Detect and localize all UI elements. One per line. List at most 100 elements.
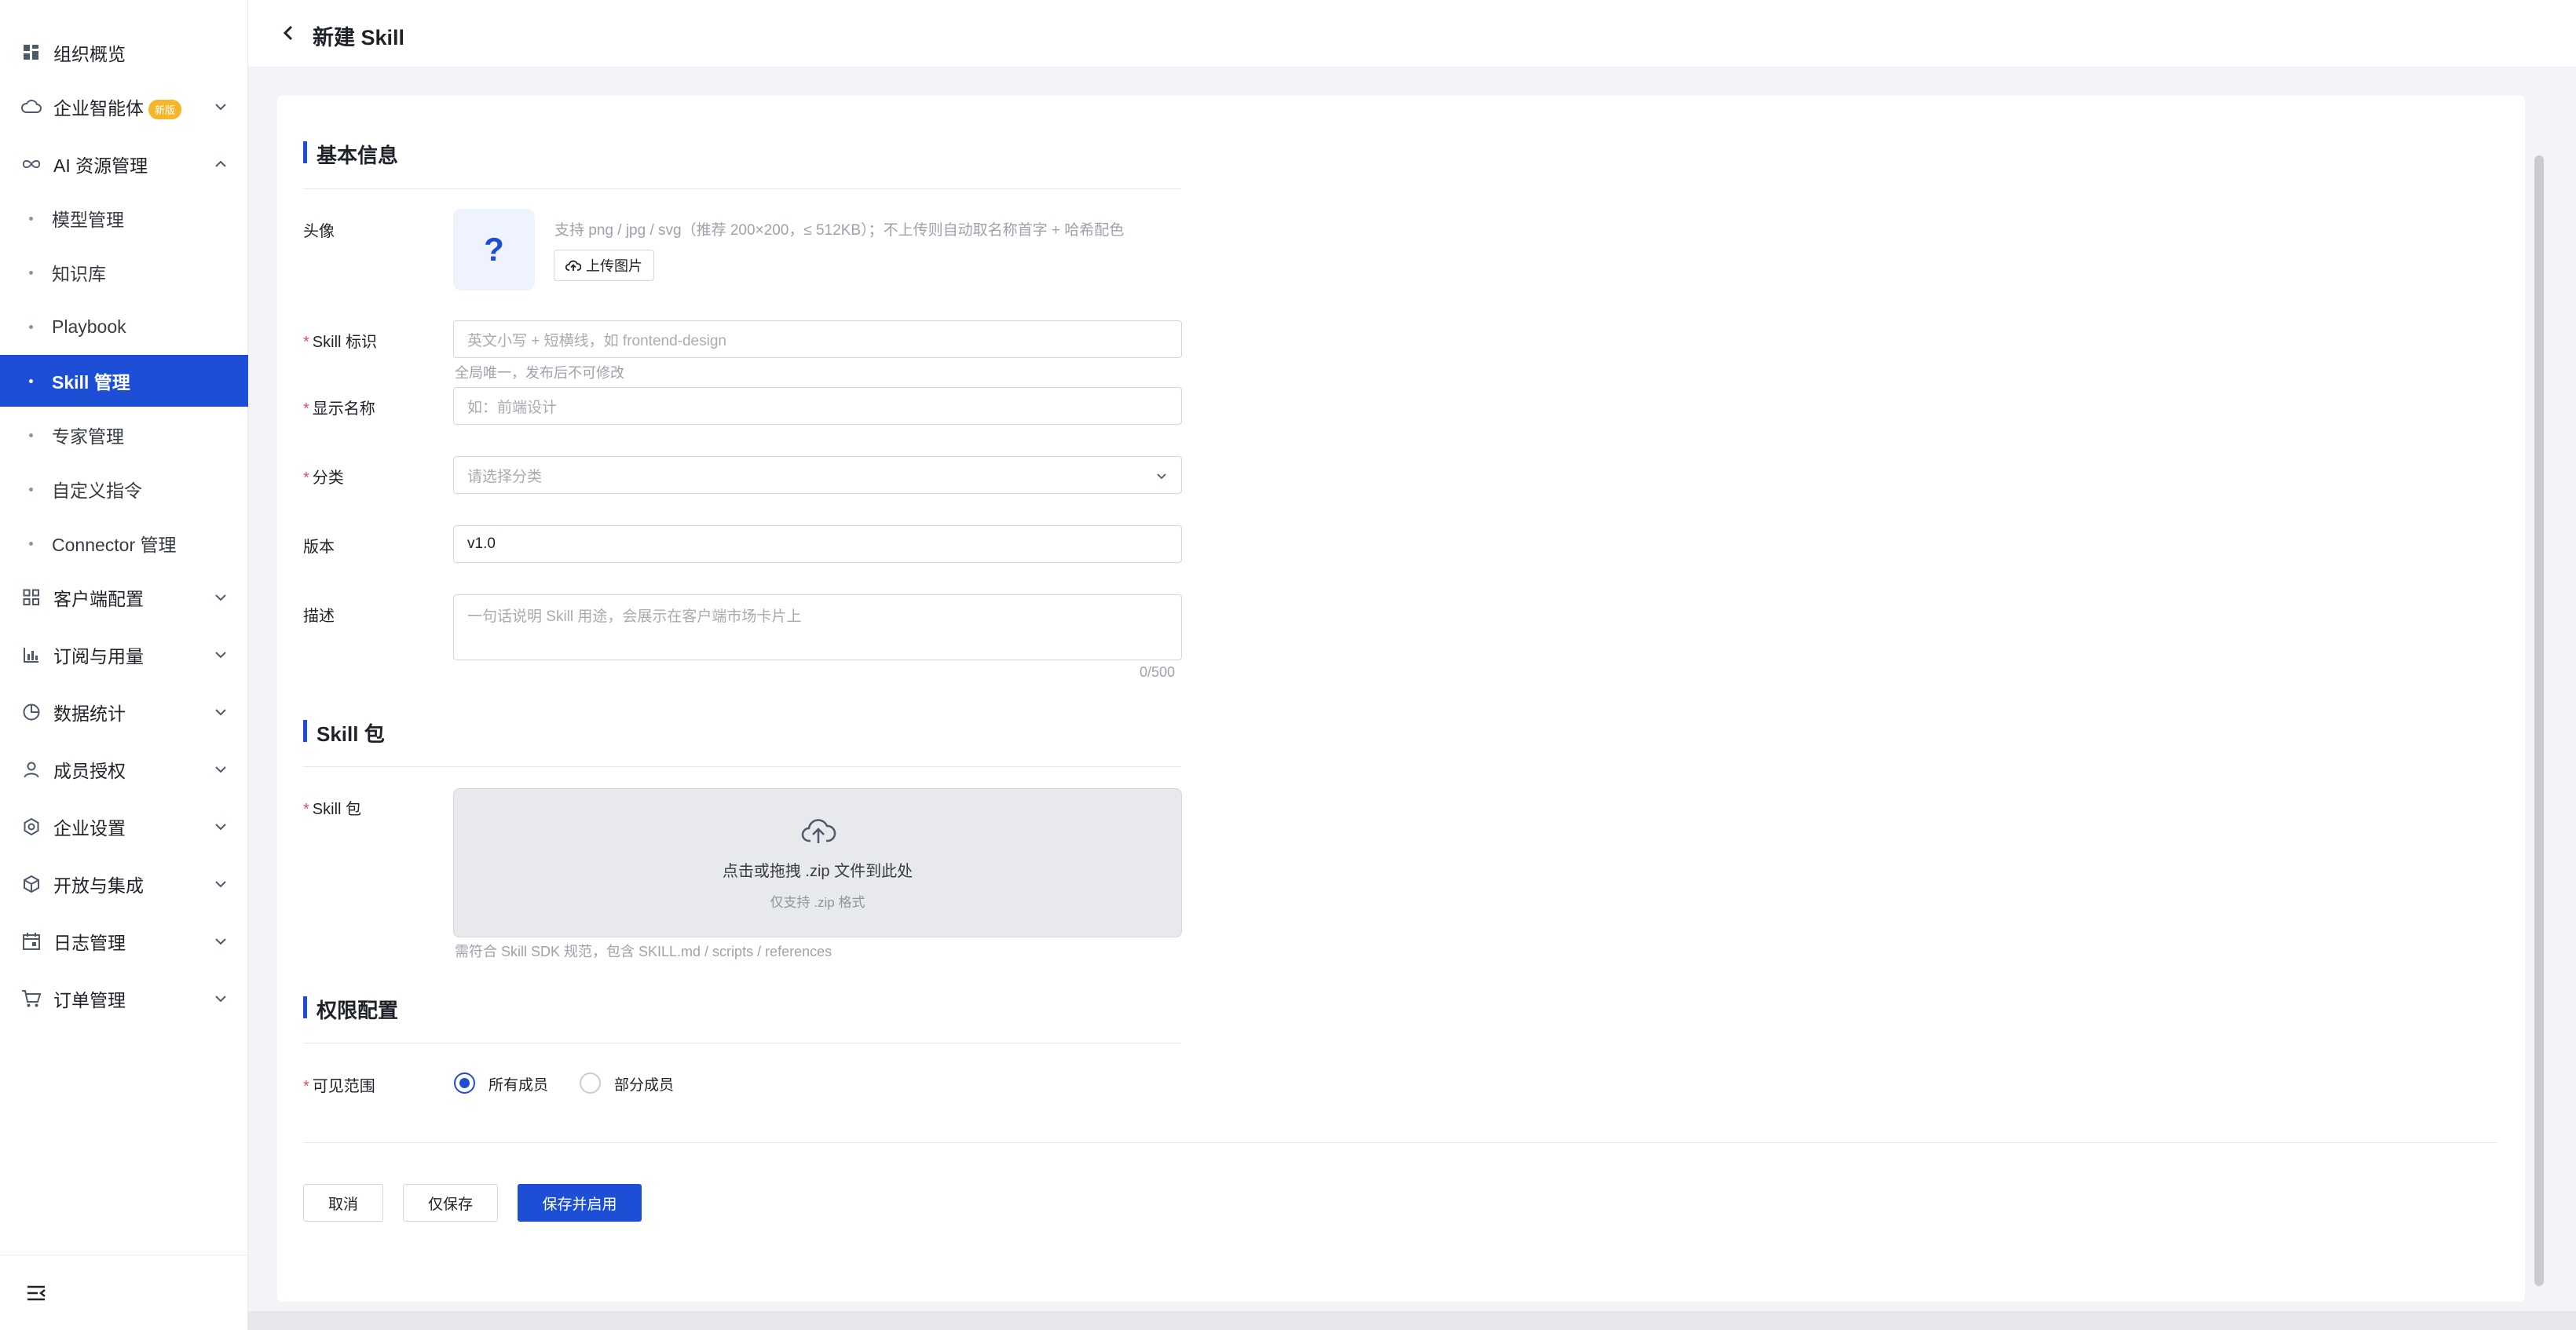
description-counter: 0/500 xyxy=(1140,664,1176,680)
visibility-label: * 可见范围 xyxy=(303,1073,375,1096)
skill-id-hint: 全局唯一，发布后不可修改 xyxy=(455,365,624,381)
chevron-down-icon xyxy=(215,881,226,888)
bullet-icon xyxy=(29,324,33,329)
chevron-down-icon xyxy=(215,766,226,773)
chevron-down-icon xyxy=(215,594,226,601)
dashboard-icon xyxy=(21,42,42,63)
sidebar-footer xyxy=(0,1255,248,1330)
page-title: 新建 Skill xyxy=(313,26,405,49)
chevron-down-icon xyxy=(215,652,226,659)
grid-icon xyxy=(21,587,42,608)
avatar-label: 头像 xyxy=(303,223,335,240)
display-name-label-text: 显示名称 xyxy=(312,400,375,418)
version-input[interactable]: v1.0 xyxy=(453,525,1182,563)
section-title-package: Skill 包 xyxy=(303,718,385,747)
sidebar-item-subscription[interactable]: 订阅与用量 xyxy=(0,629,248,681)
cloud-upload-icon xyxy=(565,260,581,271)
bullet-icon xyxy=(29,541,33,546)
category-label: * 分类 xyxy=(303,465,344,488)
section-title-basic: 基本信息 xyxy=(303,140,398,169)
sidebar-item-label: 知识库 xyxy=(52,264,106,284)
cloud-upload-icon xyxy=(801,819,836,843)
required-mark: * xyxy=(303,1078,309,1095)
sidebar-item-label: AI 资源管理 xyxy=(53,155,148,176)
category-select-placeholder: 请选择分类 xyxy=(467,468,543,485)
chevron-down-icon xyxy=(215,104,226,111)
sidebar-item-label: 企业智能体 xyxy=(53,98,144,119)
sidebar-item-statistics[interactable]: 数据统计 xyxy=(0,686,248,738)
sidebar-item-label: 客户端配置 xyxy=(53,589,144,609)
sidebar-item-label: 企业设置 xyxy=(53,818,126,839)
category-select[interactable]: 请选择分类 xyxy=(453,456,1182,494)
sidebar-item-ai-resources[interactable]: AI 资源管理 xyxy=(0,138,248,190)
save-only-button[interactable]: 仅保存 xyxy=(403,1184,498,1222)
zip-dropzone[interactable]: 点击或拖拽 .zip 文件到此处 仅支持 .zip 格式 xyxy=(453,788,1182,937)
sidebar-item-member-auth[interactable]: 成员授权 xyxy=(0,744,248,795)
skill-id-label-text: Skill 标识 xyxy=(312,334,378,351)
sidebar-item-label: 自定义指令 xyxy=(52,480,142,501)
sidebar-item-label: Skill 管理 xyxy=(52,372,130,393)
sidebar-item-client-config[interactable]: 客户端配置 xyxy=(0,572,248,623)
skill-id-input[interactable]: 英文小写 + 短横线，如 frontend-design xyxy=(453,320,1182,358)
package-label: * Skill 包 xyxy=(303,796,361,819)
description-label: 描述 xyxy=(303,608,335,625)
sidebar-item-label: 日志管理 xyxy=(53,933,126,953)
version-label: 版本 xyxy=(303,539,335,556)
top-bar: 新建 Skill xyxy=(248,0,2576,68)
divider xyxy=(303,1142,2497,1143)
user-icon xyxy=(21,759,42,780)
infinity-icon xyxy=(21,154,42,174)
calendar-icon xyxy=(21,931,42,952)
sidebar-item-open-integration[interactable]: 开放与集成 xyxy=(0,858,248,910)
back-icon[interactable] xyxy=(280,24,298,42)
required-mark: * xyxy=(303,334,309,351)
bullet-icon xyxy=(29,270,33,275)
chevron-down-icon xyxy=(215,938,226,945)
sidebar-item-label: 数据统计 xyxy=(53,703,126,724)
sidebar-item-enterprise-settings[interactable]: 企业设置 xyxy=(0,801,248,853)
sidebar-item-connectors[interactable]: Connector 管理 xyxy=(0,517,248,569)
required-mark: * xyxy=(303,470,309,487)
radio-some-members[interactable] xyxy=(580,1072,601,1094)
upload-image-button[interactable]: 上传图片 xyxy=(554,250,654,281)
new-badge: 新版 xyxy=(148,100,182,120)
display-name-input[interactable]: 如：前端设计 xyxy=(453,387,1182,425)
category-label-text: 分类 xyxy=(312,470,344,487)
bullet-icon xyxy=(29,487,33,491)
upload-image-label: 上传图片 xyxy=(586,258,642,274)
package-label-text: Skill 包 xyxy=(312,801,362,818)
sidebar-item-skills[interactable]: Skill 管理 xyxy=(0,355,248,407)
sidebar-item-label: 成员授权 xyxy=(53,761,126,781)
radio-some-members-label: 部分成员 xyxy=(614,1077,675,1094)
pie-chart-icon xyxy=(21,702,42,722)
sidebar-item-logs[interactable]: 日志管理 xyxy=(0,915,248,967)
collapse-sidebar-icon[interactable] xyxy=(25,1282,47,1304)
sidebar-item-label: Connector 管理 xyxy=(52,535,177,555)
sidebar-item-playbook[interactable]: Playbook xyxy=(0,301,248,353)
sidebar-item-label: 开放与集成 xyxy=(53,875,144,896)
sidebar-item-experts[interactable]: 专家管理 xyxy=(0,409,248,461)
sidebar-item-label: Playbook xyxy=(52,316,126,337)
sidebar-item-label: 订单管理 xyxy=(53,990,126,1010)
sidebar-item-models[interactable]: 模型管理 xyxy=(0,192,248,244)
bottom-strip xyxy=(248,1311,2576,1330)
sidebar-item-knowledge[interactable]: 知识库 xyxy=(0,247,248,298)
scrollbar-thumb[interactable] xyxy=(2534,155,2544,1286)
sidebar-item-org-overview[interactable]: 组织概览 xyxy=(0,27,248,79)
skill-id-label: * Skill 标识 xyxy=(303,329,377,352)
sidebar-item-orders[interactable]: 订单管理 xyxy=(0,973,248,1025)
radio-all-members[interactable] xyxy=(454,1072,475,1094)
bullet-icon xyxy=(29,216,33,221)
cancel-button[interactable]: 取消 xyxy=(303,1184,383,1222)
chevron-down-icon xyxy=(1157,473,1166,480)
description-textarea[interactable]: 一句话说明 Skill 用途，会展示在客户端市场卡片上 xyxy=(453,594,1182,660)
sidebar-item-enterprise-agent[interactable]: 企业智能体 新版 xyxy=(0,81,248,133)
chevron-down-icon xyxy=(215,824,226,831)
sidebar-item-label: 模型管理 xyxy=(52,210,124,230)
sidebar-item-label: 订阅与用量 xyxy=(53,646,144,667)
required-mark: * xyxy=(303,400,309,418)
cube-icon xyxy=(21,874,42,894)
save-and-enable-button[interactable]: 保存并启用 xyxy=(518,1184,642,1222)
bullet-icon xyxy=(29,433,33,437)
sidebar-item-custom-instructions[interactable]: 自定义指令 xyxy=(0,463,248,515)
